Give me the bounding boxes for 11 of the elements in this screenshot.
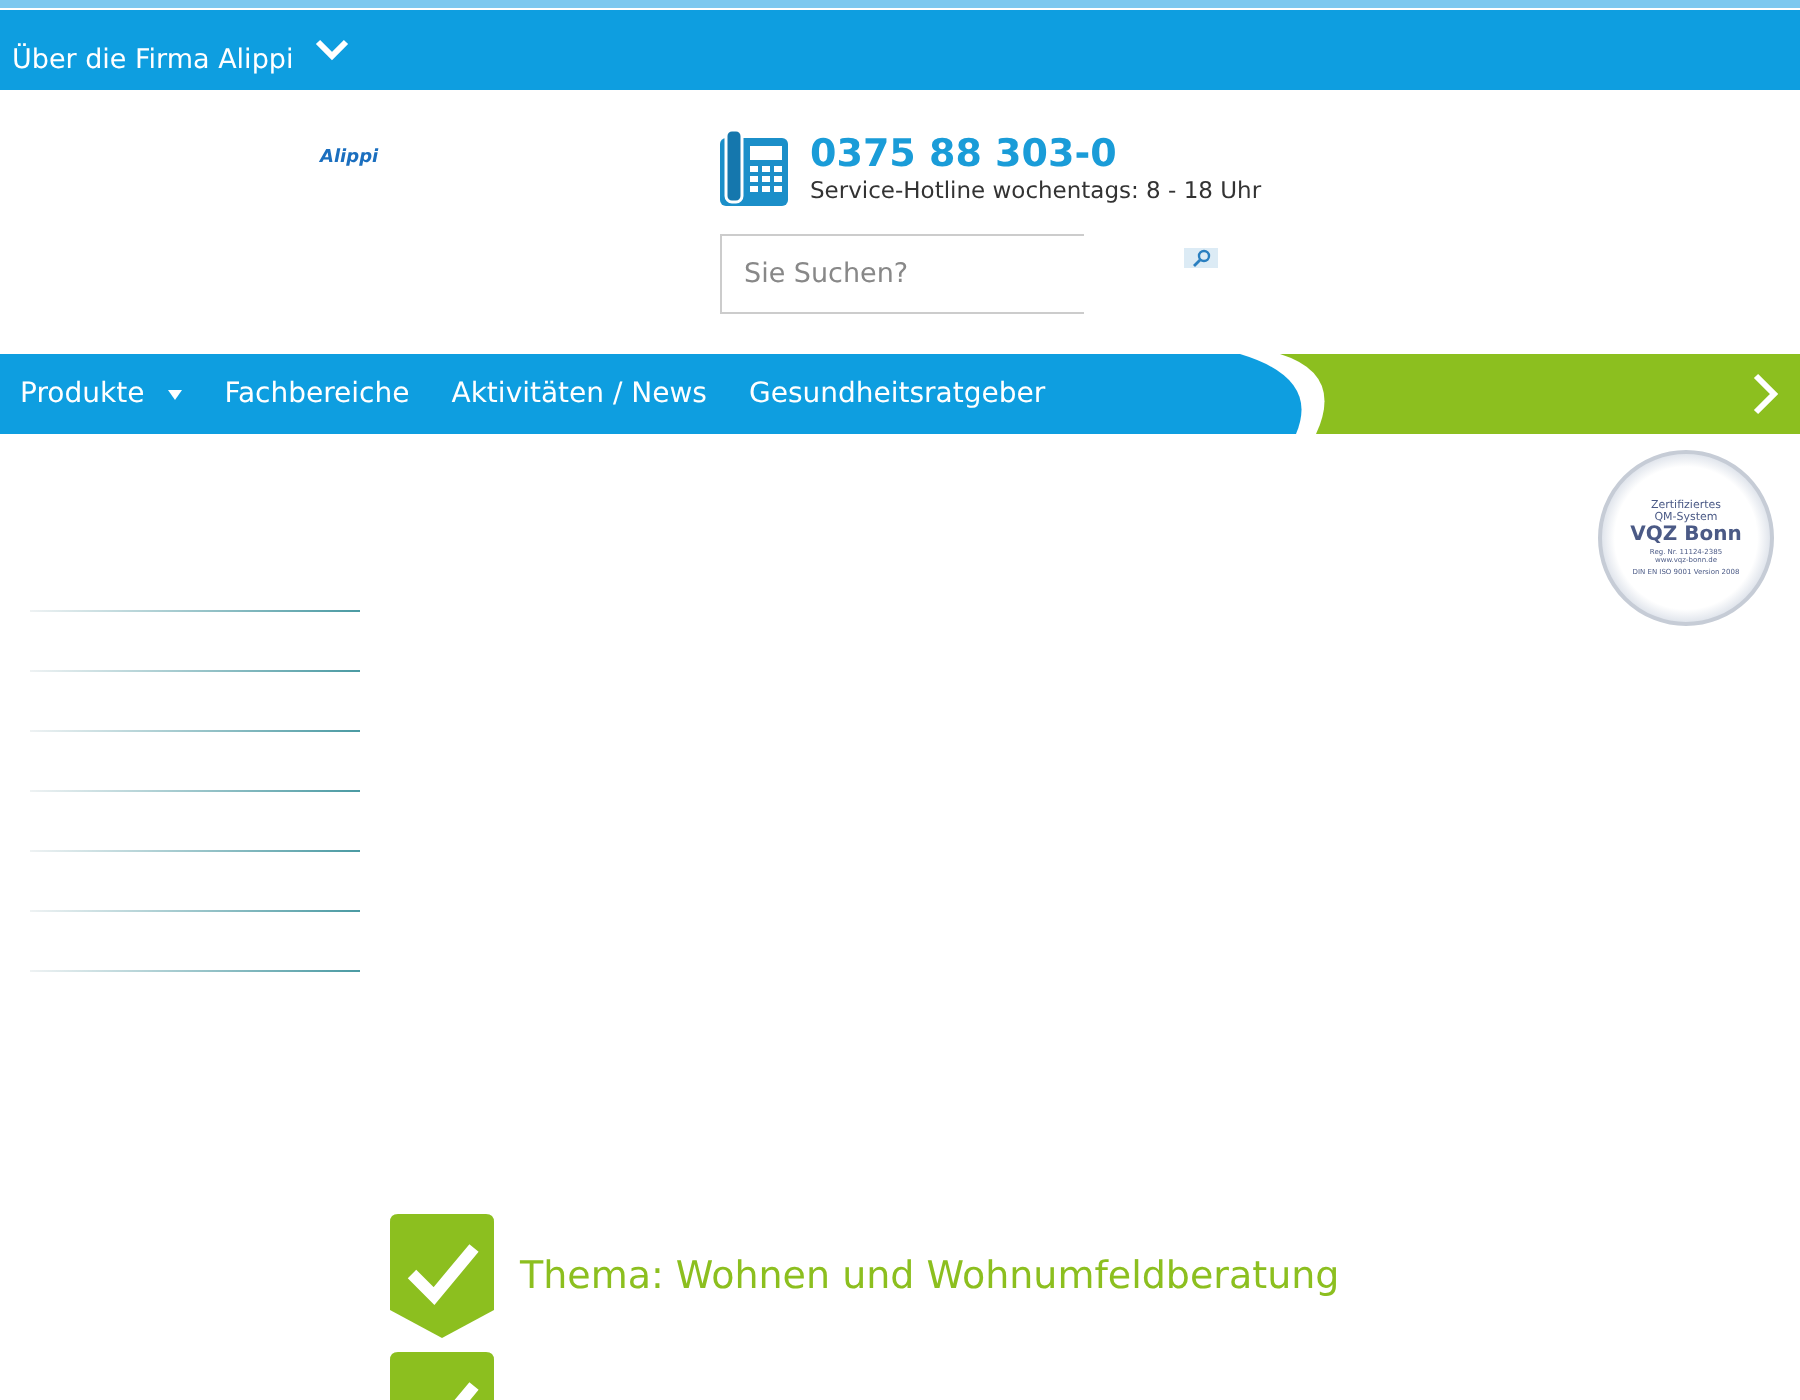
nav-item[interactable]: Produkte — [20, 378, 183, 410]
hotline-hours: Service-Hotline wochentags: 8 - 18 Uhr — [810, 176, 1262, 204]
logo[interactable]: Alippi — [320, 148, 379, 168]
phone-number: 0375 88 303-0 — [810, 132, 1119, 176]
seal-title: VQZ Bonn — [1630, 523, 1742, 547]
nav-item[interactable]: Aktivitäten / News — [451, 378, 707, 410]
company-menu-button[interactable]: Über die Firma Alippi — [0, 38, 362, 90]
topic-title: Thema: Wohnen und Wohnumfeldberatung — [520, 1253, 1340, 1297]
search-field[interactable]: Sie Suchen? — [720, 234, 1084, 314]
nav-item[interactable]: Fachbereiche — [224, 378, 410, 410]
nav-item[interactable]: Gesundheitsratgeber — [748, 378, 1046, 410]
